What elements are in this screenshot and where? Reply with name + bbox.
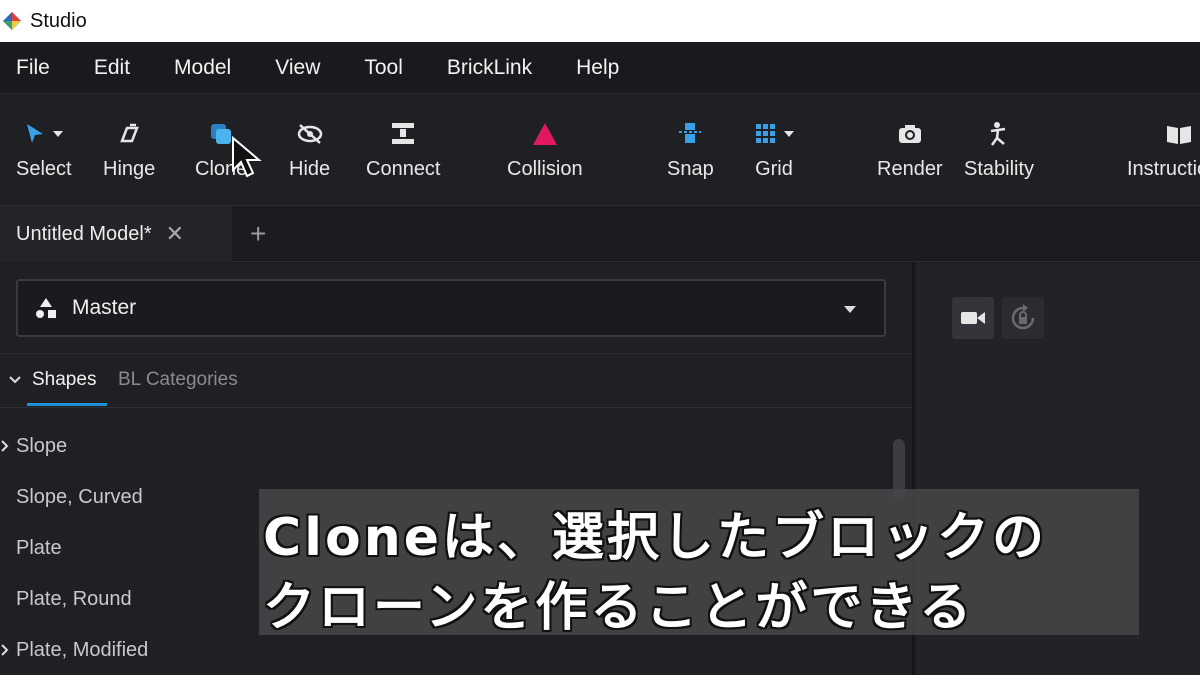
chevron-down-icon <box>844 306 856 313</box>
palette-selected-label: Master <box>72 296 137 319</box>
tab-untitled-model[interactable]: Untitled Model* ✕ <box>0 206 232 262</box>
snap-tool-button[interactable]: Snap <box>667 95 714 206</box>
tab-bl-categories[interactable]: BL Categories <box>118 369 238 391</box>
eye-slash-icon <box>297 124 322 144</box>
window-title: Studio <box>30 9 87 32</box>
chevron-down-icon <box>784 131 794 137</box>
book-icon <box>1167 126 1191 144</box>
menu-bricklink[interactable]: BrickLink <box>447 56 532 80</box>
category-item[interactable]: Plate, Round <box>16 588 132 611</box>
snap-icon <box>679 123 702 143</box>
connect-tool-button[interactable]: Connect <box>366 95 441 206</box>
select-label: Select <box>16 158 72 180</box>
hinge-label: Hinge <box>103 158 156 180</box>
category-item[interactable]: Plate <box>16 537 62 560</box>
category-item[interactable]: Plate, Modified <box>16 639 148 662</box>
select-tool-button[interactable]: Select <box>16 95 72 206</box>
rotate-lock-icon <box>1011 304 1035 330</box>
category-item[interactable]: Slope, Curved <box>16 486 143 509</box>
collision-tool-button[interactable]: Collision <box>507 95 583 206</box>
menu-model[interactable]: Model <box>174 56 231 80</box>
close-icon[interactable]: ✕ <box>166 221 184 247</box>
instructions-tool-button[interactable]: Instructions <box>1127 95 1200 206</box>
hide-tool-button[interactable]: Hide <box>289 95 330 206</box>
palette-subtabs: Shapes BL Categories <box>0 359 912 407</box>
instructions-label: Instructions <box>1127 158 1200 180</box>
menu-tool[interactable]: Tool <box>364 56 403 80</box>
stability-tool-button[interactable]: Stability <box>964 95 1034 206</box>
active-tab-underline <box>27 403 107 406</box>
mouse-cursor-icon <box>232 136 262 178</box>
snap-label: Snap <box>667 158 714 180</box>
category-item[interactable]: Slope <box>16 435 67 458</box>
menu-bar: File Edit Model View Tool BrickLink Help <box>0 42 1200 94</box>
video-caption: Cloneは、選択したブロックの クローンを作ることができる <box>259 489 1139 638</box>
chevron-right-icon[interactable] <box>0 643 10 657</box>
divider <box>0 353 912 354</box>
hide-label: Hide <box>289 158 331 180</box>
select-arrow-icon <box>26 124 43 143</box>
render-label: Render <box>877 158 943 180</box>
menu-view[interactable]: View <box>275 56 320 80</box>
hinge-icon <box>120 123 139 143</box>
chevron-down-icon <box>52 131 63 137</box>
connect-icon <box>392 123 415 144</box>
grid-icon <box>756 124 775 143</box>
stability-label: Stability <box>964 158 1035 180</box>
document-tab-bar: Untitled Model* ✕ + <box>0 206 1200 262</box>
collision-label: Collision <box>507 158 583 180</box>
connect-label: Connect <box>366 158 441 180</box>
camera-view-button[interactable] <box>952 297 994 339</box>
shapes-icon <box>36 298 56 318</box>
grid-label: Grid <box>755 158 793 180</box>
studio-logo-icon <box>3 12 21 30</box>
collision-triangle-icon <box>532 123 557 145</box>
orbit-lock-button[interactable] <box>1002 297 1044 339</box>
render-tool-button[interactable]: Render <box>877 95 943 206</box>
caption-line-2: クローンを作ることができる <box>263 578 975 638</box>
chevron-right-icon[interactable] <box>0 439 10 453</box>
menu-file[interactable]: File <box>16 56 50 80</box>
tab-label: Untitled Model* <box>16 222 152 245</box>
caption-line-1: Cloneは、選択したブロックの <box>263 508 1047 568</box>
divider <box>0 407 912 408</box>
menu-edit[interactable]: Edit <box>94 56 130 80</box>
tab-shapes[interactable]: Shapes <box>32 369 96 391</box>
main-toolbar: Select Hinge Clone Hide Connect Collisio… <box>0 95 1200 206</box>
palette-dropdown[interactable]: Master <box>16 279 886 337</box>
menu-help[interactable]: Help <box>576 56 619 80</box>
chevron-down-icon[interactable] <box>8 373 22 387</box>
add-tab-button[interactable]: + <box>250 218 266 250</box>
title-bar: Studio <box>0 0 1200 42</box>
camera-icon <box>898 125 921 143</box>
stability-figure-icon <box>990 122 1006 146</box>
hinge-tool-button[interactable]: Hinge <box>103 95 155 206</box>
video-camera-icon <box>961 312 985 324</box>
grid-tool-button[interactable]: Grid <box>754 95 794 206</box>
